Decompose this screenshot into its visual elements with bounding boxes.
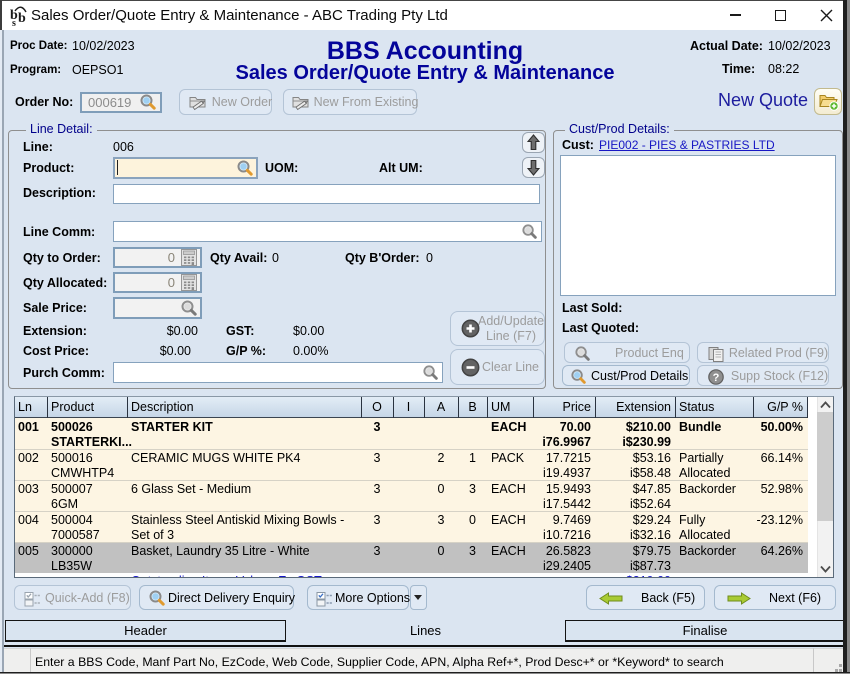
svg-text:b: b xyxy=(18,11,26,26)
svg-text:?: ? xyxy=(713,372,720,384)
svg-text:s: s xyxy=(12,18,16,26)
